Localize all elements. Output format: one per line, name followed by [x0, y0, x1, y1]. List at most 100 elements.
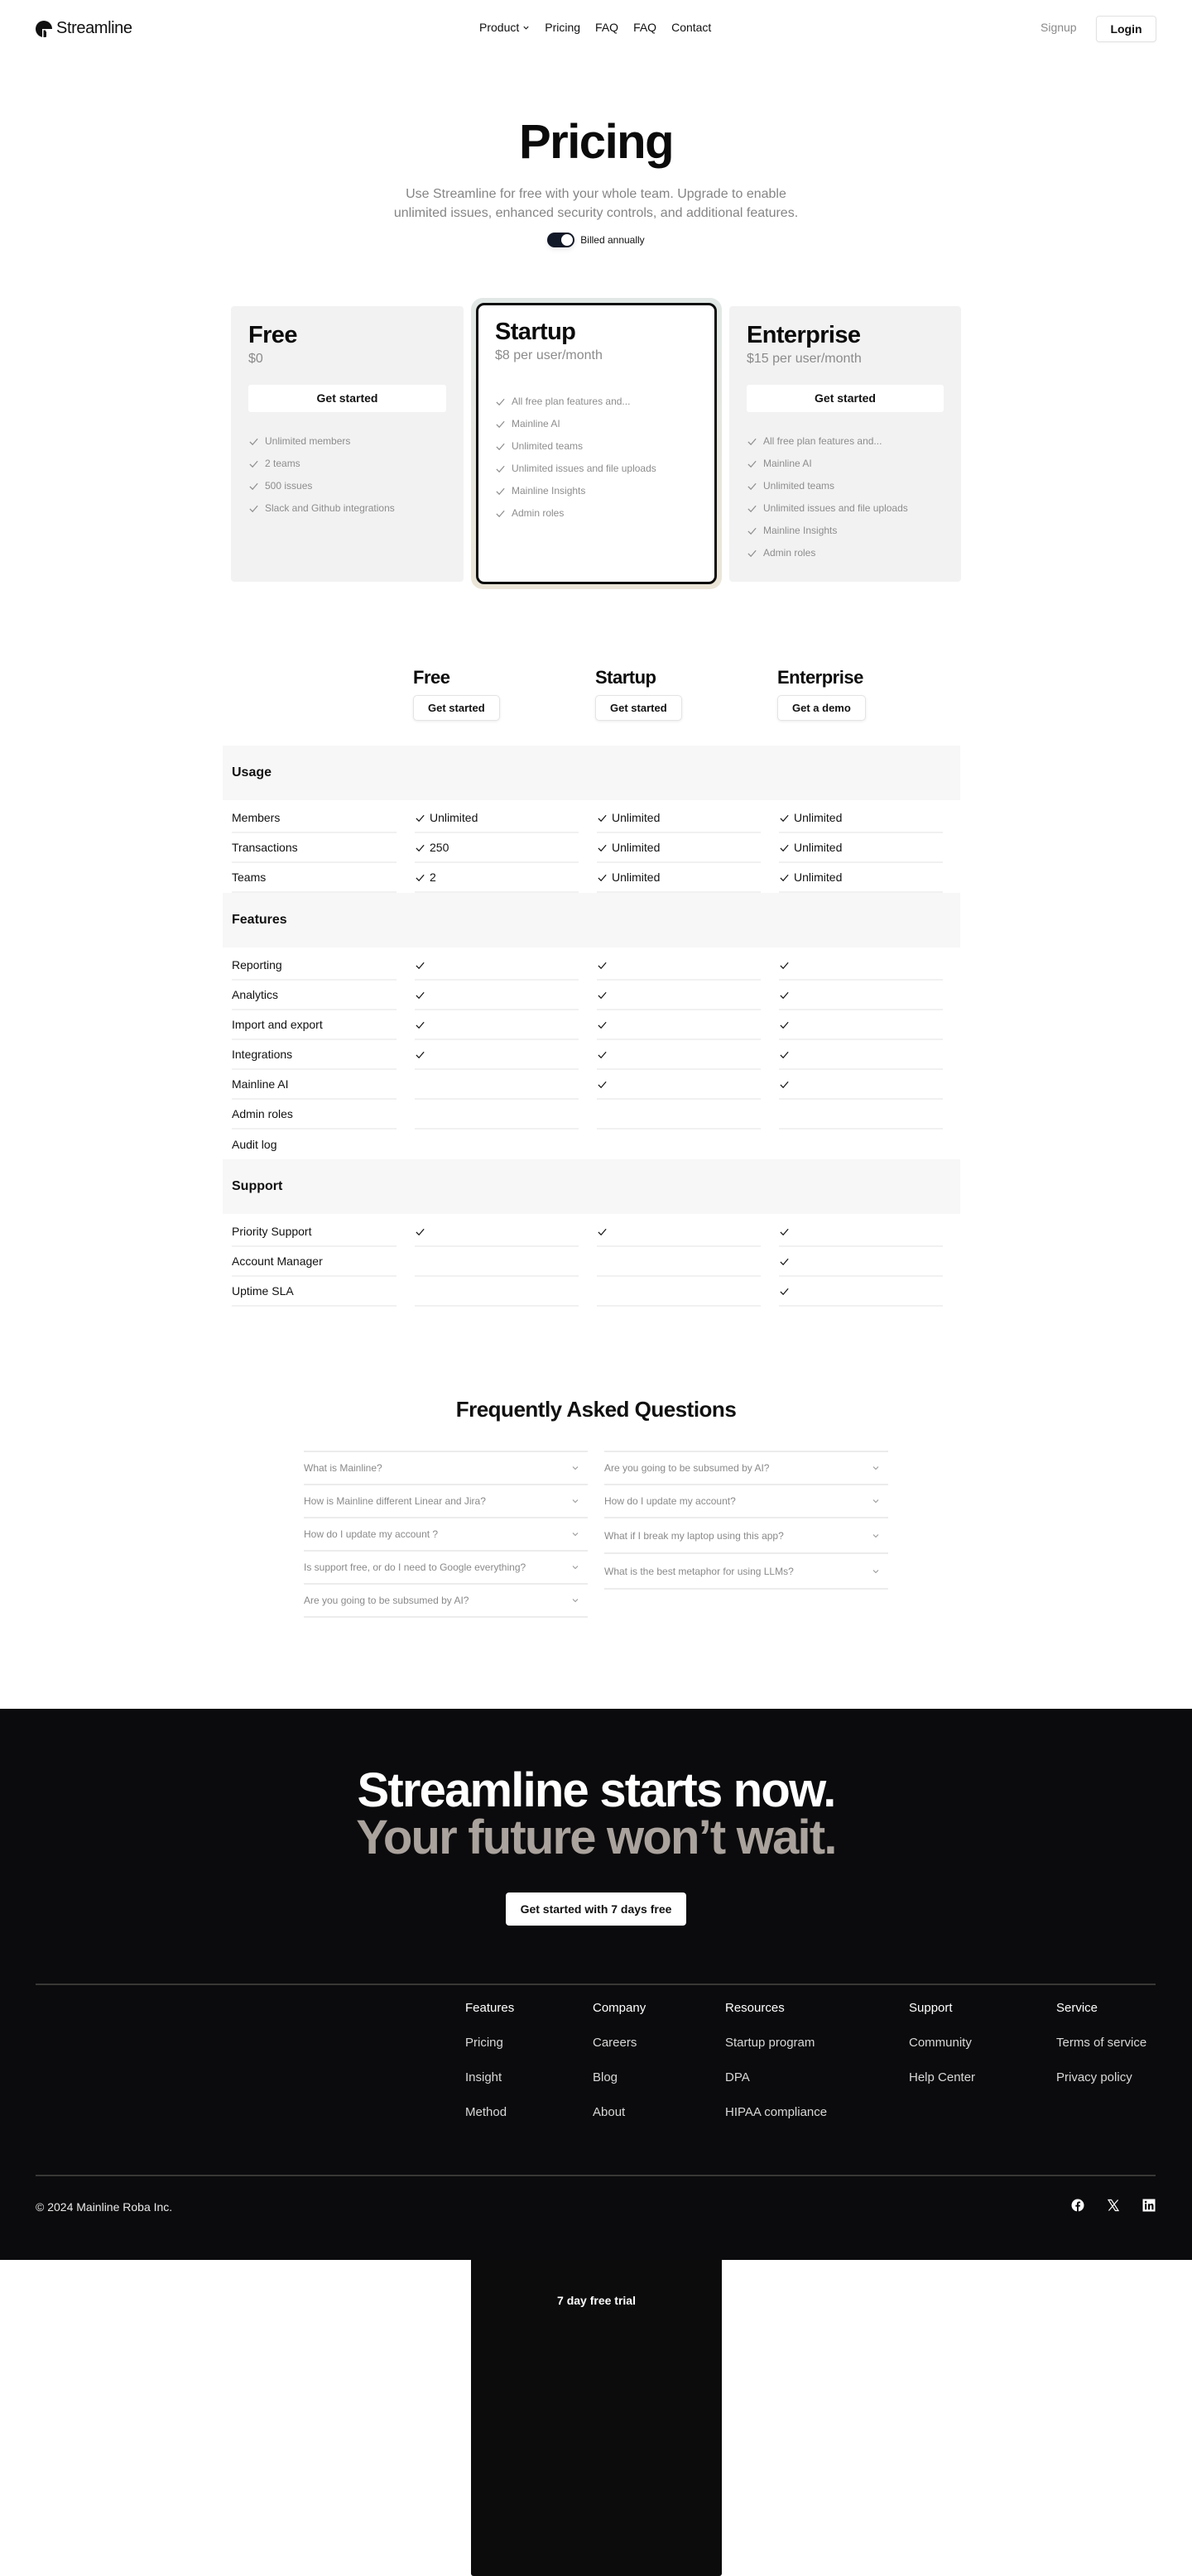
footer-link[interactable]: Careers	[593, 2036, 646, 2052]
plan-feature: Mainline AI	[747, 453, 944, 475]
faq-question: What is the best metaphor for using LLMs…	[604, 1565, 794, 1577]
footer-link[interactable]: Startup program	[725, 2036, 827, 2052]
compare-cell-value: Unlimited	[794, 841, 843, 854]
x-icon[interactable]	[1107, 2199, 1120, 2212]
faq-item[interactable]: Is support free, or do I need to Google …	[304, 1550, 588, 1583]
compare-row-label: Account Manager	[232, 1247, 397, 1277]
compare-row-label: Teams	[232, 863, 397, 893]
faq-item[interactable]: How do I update my account ?	[304, 1517, 588, 1550]
plan-feature: Unlimited issues and file uploads	[495, 458, 698, 480]
brand-logo[interactable]: Streamline	[36, 19, 132, 38]
linkedin-icon[interactable]	[1142, 2199, 1156, 2212]
compare-column-enterprise: Enterprise Get a demo	[777, 667, 866, 721]
free-get-started-button[interactable]: Get started	[248, 384, 446, 412]
compare-startup-get-started-button[interactable]: Get started	[595, 695, 682, 721]
cta-headline: Streamline starts now.	[357, 1763, 836, 1817]
compare-cell	[415, 981, 579, 1010]
facebook-icon[interactable]	[1071, 2199, 1084, 2212]
chevron-down-icon	[872, 1569, 879, 1573]
compare-column-name: Startup	[595, 667, 656, 688]
compare-row: Mainline AI	[232, 1070, 944, 1100]
compare-enterprise-demo-button[interactable]: Get a demo	[777, 695, 866, 721]
compare-cell	[597, 1217, 761, 1247]
footer-link[interactable]: Blog	[593, 2070, 646, 2087]
plan-feature-list: All free plan features and... Mainline AI…	[747, 430, 944, 564]
compare-column-name: Enterprise	[777, 667, 863, 688]
check-icon	[598, 844, 607, 851]
footer-link[interactable]: Method	[465, 2105, 514, 2122]
compare-column-startup: Startup Get started	[595, 667, 682, 721]
plan-feature-text: Mainline Insights	[512, 485, 586, 497]
footer-link[interactable]: Insight	[465, 2070, 514, 2087]
faq-item[interactable]: What if I break my laptop using this app…	[604, 1517, 888, 1552]
check-icon	[780, 844, 789, 851]
check-icon	[780, 874, 789, 881]
plan-feature-text: All free plan features and...	[512, 396, 631, 408]
footer-link[interactable]: Privacy policy	[1056, 2070, 1146, 2087]
nav-pricing[interactable]: Pricing	[545, 21, 580, 34]
plan-name: Enterprise	[747, 322, 861, 348]
faq-item[interactable]: What is the best metaphor for using LLMs…	[604, 1552, 888, 1588]
faq-item[interactable]: Are you going to be subsumed by AI?	[604, 1451, 888, 1484]
nav-faq[interactable]: FAQ	[595, 21, 618, 34]
signup-link[interactable]: Signup	[1041, 21, 1077, 34]
check-icon	[598, 962, 607, 969]
enterprise-get-started-button[interactable]: Get started	[747, 384, 944, 412]
check-icon	[416, 991, 425, 999]
footer-link[interactable]: Community	[909, 2036, 975, 2052]
faq-question: How do I update my account ?	[304, 1528, 439, 1540]
footer-link[interactable]: HIPAA compliance	[725, 2105, 827, 2122]
compare-cell: Unlimited	[779, 804, 943, 833]
check-icon	[416, 874, 425, 881]
compare-cell-value: Unlimited	[430, 811, 478, 824]
login-button[interactable]: Login	[1096, 16, 1156, 42]
check-icon	[416, 814, 425, 822]
chevron-down-icon	[523, 26, 529, 30]
nav-product[interactable]: Product	[479, 21, 530, 34]
faq-item[interactable]: How is Mainline different Linear and Jir…	[304, 1484, 588, 1517]
faq-item[interactable]: Are you going to be subsumed by AI?	[304, 1583, 588, 1616]
plan-feature-text: Unlimited members	[265, 435, 351, 448]
nav-faq-2[interactable]: FAQ	[633, 21, 656, 34]
compare-cell	[415, 951, 579, 981]
faq-item[interactable]: What is Mainline?	[304, 1451, 588, 1484]
compare-row-label: Transactions	[232, 833, 397, 863]
plan-feature-text: Unlimited teams	[512, 440, 584, 453]
plan-feature-text: Admin roles	[763, 547, 816, 559]
cta-get-started-button[interactable]: Get started with 7 days free	[506, 1892, 686, 1926]
compare-row: Account Manager	[232, 1247, 944, 1277]
compare-cell	[415, 1100, 579, 1130]
footer-divider-bottom	[36, 2175, 1156, 2176]
compare-cell: Unlimited	[597, 833, 761, 863]
plan-feature-list: All free plan features and... Mainline AI…	[495, 391, 698, 525]
compare-free-get-started-button[interactable]: Get started	[413, 695, 500, 721]
faq-divider	[304, 1616, 588, 1618]
chevron-down-icon	[572, 1566, 579, 1570]
compare-cell	[415, 1070, 579, 1100]
check-icon	[598, 1051, 607, 1058]
footer-link[interactable]: DPA	[725, 2070, 827, 2087]
plan-feature-text: Mainline Insights	[763, 525, 838, 537]
footer-column-title: Support	[909, 2001, 953, 2015]
plan-feature-text: Unlimited issues and file uploads	[763, 502, 908, 515]
footer-link[interactable]: About	[593, 2105, 646, 2122]
compare-cell	[597, 951, 761, 981]
compare-cell	[597, 1070, 761, 1100]
chevron-down-icon	[572, 1533, 579, 1537]
faq-item[interactable]: How do I update my account?	[604, 1484, 888, 1517]
billing-toggle[interactable]	[547, 233, 575, 247]
brand-name: Streamline	[56, 19, 132, 37]
nav-contact[interactable]: Contact	[671, 21, 711, 34]
check-icon	[780, 1021, 789, 1029]
compare-cell	[597, 1040, 761, 1070]
compare-cell-value: 2	[430, 871, 436, 884]
compare-cell: Unlimited	[597, 804, 761, 833]
compare-row-label: Mainline AI	[232, 1070, 397, 1100]
main-nav: Product Pricing FAQ FAQ Contact	[479, 21, 711, 34]
compare-row-label: Priority Support	[232, 1217, 397, 1247]
compare-row: Members Unlimited Unlimited Unlimited	[232, 804, 944, 833]
footer-link[interactable]: Help Center	[909, 2070, 975, 2087]
footer-link[interactable]: Pricing	[465, 2036, 514, 2052]
footer-link[interactable]: Terms of service	[1056, 2036, 1146, 2052]
compare-cell	[597, 1277, 761, 1307]
